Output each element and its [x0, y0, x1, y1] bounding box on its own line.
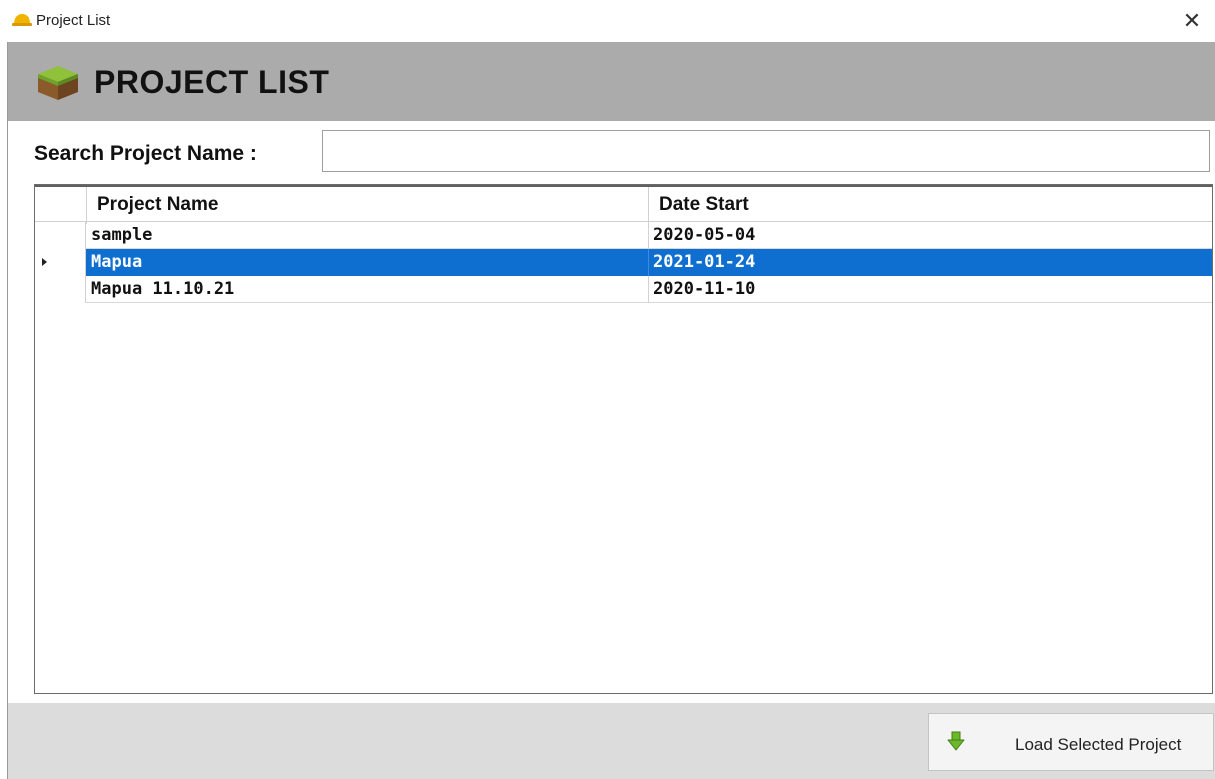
hard-hat-icon	[12, 14, 32, 26]
search-input[interactable]	[322, 130, 1210, 172]
column-divider	[648, 276, 649, 303]
load-selected-project-button[interactable]: Load Selected Project	[928, 713, 1214, 771]
current-row-indicator-icon	[42, 258, 47, 266]
row-selector[interactable]	[35, 276, 86, 303]
header-banner: PROJECT LIST	[8, 42, 1215, 121]
table-row[interactable]: sample 2020-05-04	[35, 222, 1212, 249]
date-start-cell: 2020-11-10	[653, 279, 756, 299]
column-divider	[648, 222, 649, 249]
date-start-cell: 2021-01-24	[653, 252, 756, 272]
column-divider	[648, 249, 649, 276]
project-grid[interactable]: Project Name Date Start sample 2020-05-0…	[34, 184, 1213, 694]
column-divider	[86, 187, 87, 224]
page-title: PROJECT LIST	[94, 64, 330, 100]
title-bar: Project List ✕	[0, 0, 1215, 42]
row-selector[interactable]	[35, 222, 86, 249]
window-title: Project List	[36, 12, 111, 29]
row-selector[interactable]	[35, 249, 86, 276]
close-icon[interactable]: ✕	[1169, 0, 1215, 42]
column-header-project-name[interactable]: Project Name	[97, 194, 218, 216]
terrain-block-icon	[38, 66, 78, 100]
load-button-label: Load Selected Project	[1015, 735, 1182, 754]
date-start-cell: 2020-05-04	[653, 225, 756, 245]
project-name-cell: Mapua	[91, 252, 143, 272]
down-arrow-icon	[947, 731, 965, 751]
search-label: Search Project Name :	[34, 142, 257, 165]
column-header-date-start[interactable]: Date Start	[659, 194, 749, 216]
table-row-selected[interactable]: Mapua 2021-01-24	[35, 249, 1212, 276]
project-name-cell: Mapua 11.10.21	[91, 279, 235, 299]
column-divider	[648, 187, 649, 224]
table-row[interactable]: Mapua 11.10.21 2020-11-10	[35, 276, 1212, 303]
project-name-cell: sample	[91, 225, 153, 245]
grid-header: Project Name Date Start	[35, 185, 1212, 224]
